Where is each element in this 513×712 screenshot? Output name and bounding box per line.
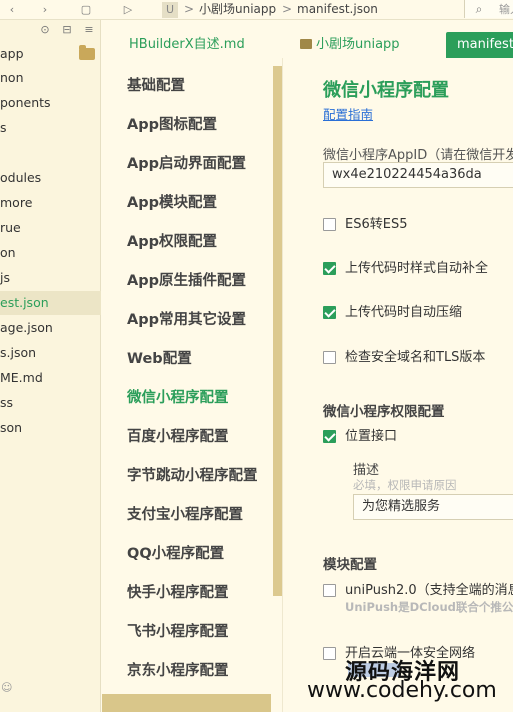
user-icon[interactable]: ☺ [1,681,15,695]
checkbox[interactable] [323,218,336,231]
config-guide-link[interactable]: 配置指南 [323,104,373,123]
nav-item[interactable]: 微信小程序配置 [127,387,229,409]
watermark-url: www.codehy.com [307,678,497,703]
menu-icon[interactable]: ≡ [82,23,96,37]
file-explorer: ⊙ ⊟ ≡ app non ponents s odules more rue on js est… [0,20,101,712]
nav-item[interactable]: 飞书小程序配置 [127,621,229,643]
folder-icon [79,45,95,60]
checkbox[interactable] [323,647,336,660]
permission-section-title: 微信小程序权限配置 [323,404,445,420]
collapse-icon[interactable]: ⊟ [60,23,74,37]
appid-label: 微信小程序AppID（请在微信开发 [323,148,513,163]
search-icon: ⌕ [475,2,483,16]
unipush-hint: UniPush是DCloud联合个推公 [345,600,513,614]
option-label: 检查安全域名和TLS版本 [345,350,486,365]
nav-item[interactable]: App权限配置 [127,231,217,253]
back-arrow-icon[interactable]: ‹ [4,2,20,18]
explorer-footer: ☺ [0,678,101,712]
nav-scrollbar[interactable] [273,66,282,596]
forward-arrow-icon[interactable]: › [37,2,53,18]
file-item[interactable]: s [0,116,101,140]
save-icon[interactable]: ▢ [78,2,94,18]
nav-item[interactable]: 字节跳动小程序配置 [127,465,258,487]
tab-manifest[interactable]: manifest. [446,32,513,58]
file-item[interactable]: age.json [0,316,101,340]
option-label: ES6转ES5 [345,217,408,232]
description-hint: 必填，权限申请原因 [353,478,457,492]
tab-project-label: 小剧场uniapp [316,37,400,52]
nav-item[interactable]: App模块配置 [127,192,217,214]
description-input[interactable]: 为您精选服务 [353,494,513,520]
checkbox[interactable] [323,306,336,319]
folder-icon [300,39,312,49]
file-item[interactable]: s.json [0,341,101,365]
breadcrumb-project[interactable]: 小剧场uniapp [199,0,276,20]
breadcrumb-separator-icon: > [184,2,195,16]
checkbox[interactable] [323,584,336,597]
option-label: 上传代码时自动压缩 [345,305,463,320]
nav-item[interactable]: Web配置 [127,348,192,370]
file-item[interactable]: more [0,191,101,215]
file-item[interactable]: odules [0,166,101,190]
settings-nav: 基础配置 App图标配置 App启动界面配置 App模块配置 App权限配置 App原生插… [102,58,282,712]
option-label: 位置接口 [345,429,398,444]
editor-tabs: HBuilderX自述.md 小剧场uniapp manifest. [102,30,513,58]
file-item[interactable]: js [0,266,101,290]
description-label: 描述 [353,463,380,478]
tab-project[interactable]: 小剧场uniapp [300,32,400,58]
nav-item[interactable]: QQ小程序配置 [127,543,224,565]
checkbox[interactable] [323,430,336,443]
file-item[interactable]: ponents [0,91,101,115]
top-toolbar: ‹ › ▢ ▷ U > 小剧场uniapp > manifest.json ⌕ … [0,0,513,20]
file-item[interactable]: non [0,66,101,90]
nav-item[interactable]: App启动界面配置 [127,153,246,175]
target-icon[interactable]: ⊙ [38,23,52,37]
run-icon[interactable]: ▷ [120,2,136,18]
nav-item[interactable]: App原生插件配置 [127,270,246,292]
file-item[interactable]: on [0,241,101,265]
file-item[interactable]: app [0,42,101,66]
explorer-header: ⊙ ⊟ ≡ [0,20,101,42]
checkbox[interactable] [323,351,336,364]
option-label: uniPush2.0（支持全端的消息 [345,583,513,598]
page-title: 微信小程序配置 [323,80,449,101]
nav-item[interactable]: 京东小程序配置 [127,660,229,682]
file-item[interactable]: ME.md [0,366,101,390]
file-item[interactable]: est.json [0,291,101,315]
checkbox[interactable] [323,262,336,275]
nav-item[interactable]: App图标配置 [127,114,217,136]
option-label: 上传代码时样式自动补全 [345,261,489,276]
nav-item[interactable]: 百度小程序配置 [127,426,229,448]
project-icon: U [162,2,178,18]
file-item[interactable]: rue [0,216,101,240]
settings-content: 微信小程序配置 配置指南 微信小程序AppID（请在微信开发 wx4e21022… [282,58,513,712]
search-input[interactable]: ⌕ 输入 [464,0,513,18]
search-placeholder: 输入 [499,3,513,16]
module-section-title: 模块配置 [323,557,377,573]
file-item[interactable]: son [0,416,101,440]
appid-input[interactable]: wx4e210224454a36da [323,162,513,188]
nav-item[interactable]: App常用其它设置 [127,309,246,331]
breadcrumb-file[interactable]: manifest.json [297,0,378,20]
nav-item[interactable]: 快手小程序配置 [127,582,229,604]
breadcrumb-separator-icon: > [282,2,293,16]
nav-item[interactable]: 基础配置 [127,75,185,97]
file-item[interactable]: ss [0,391,101,415]
nav-horizontal-scrollbar[interactable] [102,694,271,712]
nav-item[interactable]: 支付宝小程序配置 [127,504,243,526]
tab-readme[interactable]: HBuilderX自述.md [129,32,245,58]
hbuilderx-window: ‹ › ▢ ▷ U > 小剧场uniapp > manifest.json ⌕ … [0,0,513,712]
